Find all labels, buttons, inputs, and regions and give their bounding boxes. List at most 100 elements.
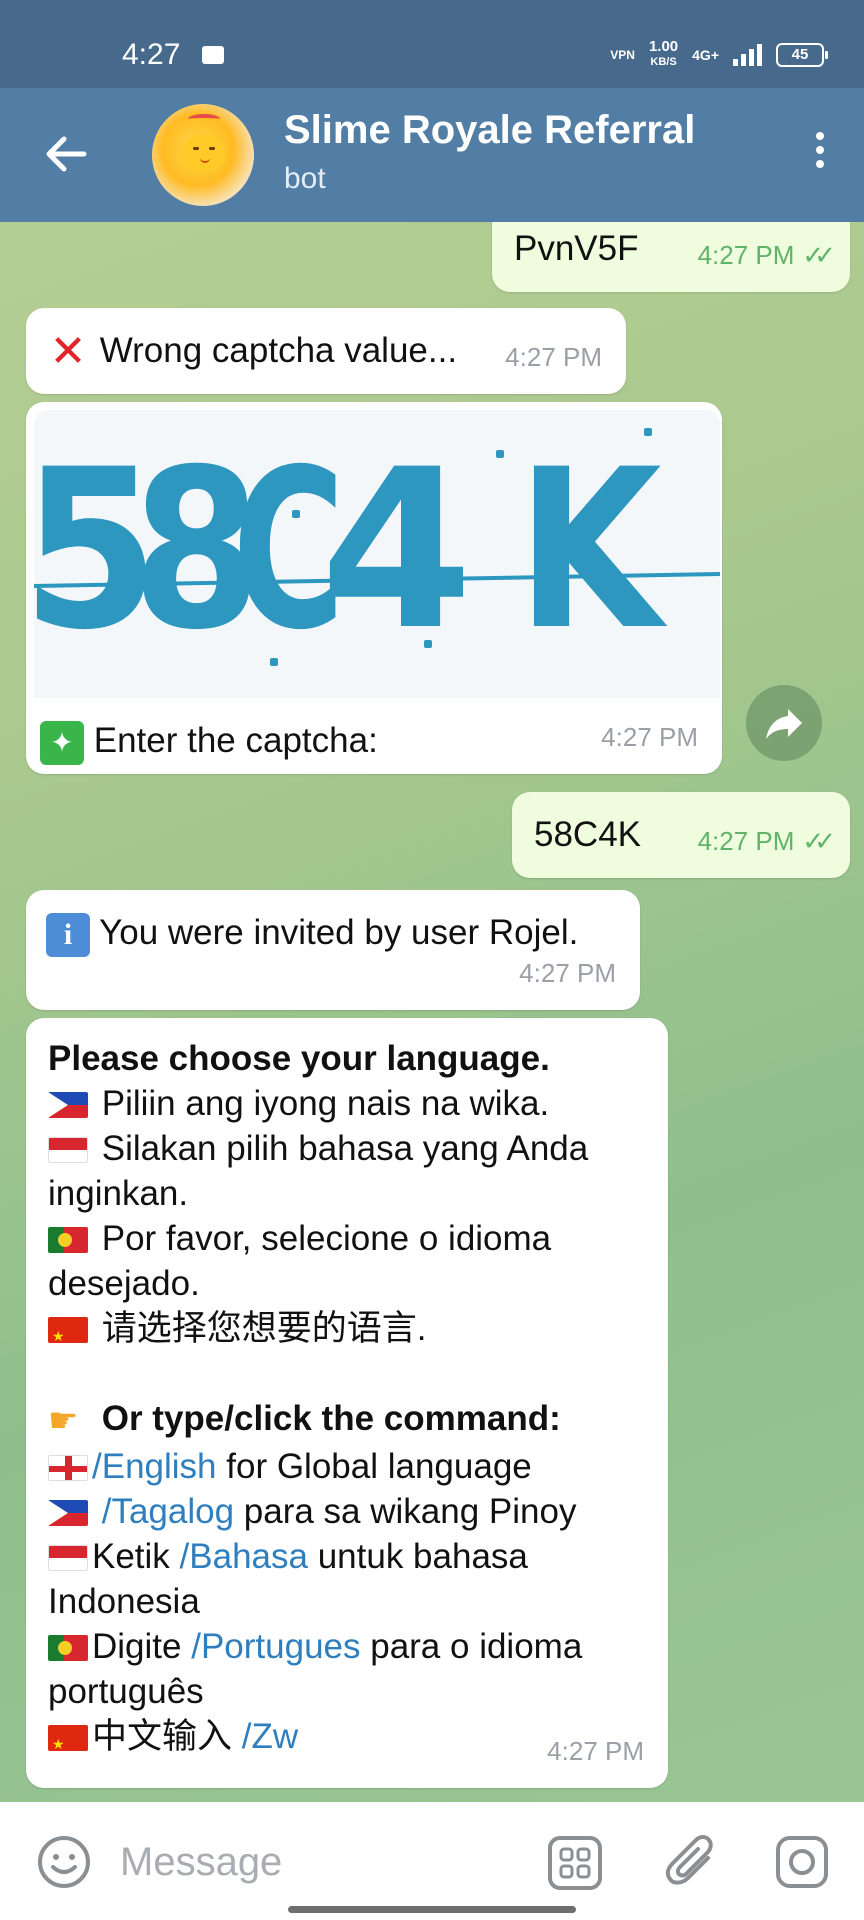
message-list[interactable]: PvnV5F 4:27 PM ✓✓ ✕ Wrong captcha value.… (0, 222, 864, 1802)
captcha-image[interactable]: 5 8 C 4 K (34, 410, 720, 698)
read-ticks-icon: ✓✓ (802, 240, 835, 270)
message-text: Enter the captcha: (93, 721, 378, 760)
camera-button[interactable] (774, 1834, 830, 1890)
bot-menu-icon (548, 1836, 602, 1890)
flag-portugal-icon (48, 1227, 88, 1253)
speed-value: 1.00 (648, 38, 679, 55)
message-text: 58C4K (534, 815, 642, 854)
captcha-char: K (516, 422, 662, 678)
language-message[interactable]: Please choose your language. Piliin ang … (26, 1018, 668, 1788)
message-time: 4:27 PM (601, 722, 698, 752)
message-text: PvnV5F (514, 229, 639, 268)
message-meta: 4:27 PM (505, 335, 602, 380)
emoji-icon (38, 1836, 90, 1888)
info-icon: i (46, 912, 90, 957)
attach-button[interactable] (664, 1832, 720, 1892)
flag-china-icon (48, 1317, 88, 1343)
line-text: Piliin ang iyong nais na wika. (101, 1084, 550, 1123)
line-text: Silakan pilih bahasa yang Anda inginkan. (48, 1129, 589, 1213)
command-link-english[interactable]: /English (92, 1447, 217, 1486)
more-menu-button[interactable] (800, 126, 840, 186)
line-text: for Global language (216, 1447, 532, 1486)
message-time: 4:27 PM (697, 240, 795, 270)
line-text: 中文输入 (92, 1717, 242, 1756)
line-text: para sa wikang Pinoy (234, 1492, 577, 1531)
captcha-message[interactable]: 5 8 C 4 K ✦ Enter the captcha: 4:27 PM (26, 402, 722, 774)
message-time: 4:27 PM (697, 826, 795, 856)
command-link-portugues[interactable]: /Portugues (191, 1627, 360, 1666)
message-meta: 4:27 PM (601, 715, 698, 760)
message-text: Wrong captcha value... (99, 331, 458, 370)
captcha-noise (496, 450, 504, 458)
status-bar: 4:27 VPN 1.00 KB/S 4G+ 45 (0, 0, 864, 88)
avatar-ribbon (188, 114, 220, 124)
message-meta: 4:27 PM (519, 951, 616, 996)
message-meta: 4:27 PM ✓✓ (697, 819, 836, 864)
flag-indonesia-icon (48, 1545, 88, 1571)
message-meta: 4:27 PM ✓✓ (697, 233, 836, 278)
chat-subtitle: bot (284, 162, 326, 195)
outgoing-message[interactable]: 58C4K 4:27 PM ✓✓ (512, 792, 850, 878)
chat-title[interactable]: Slime Royale Referral (284, 108, 695, 153)
command-bahasa: Ketik /Bahasa untuk bahasa Indonesia (48, 1534, 658, 1624)
captcha-noise (270, 658, 278, 666)
captcha-char: 4 (320, 422, 474, 678)
captcha-noise (424, 640, 432, 648)
back-button[interactable] (40, 128, 92, 180)
message-time: 4:27 PM (547, 1736, 644, 1766)
back-arrow-icon (46, 136, 87, 172)
share-button[interactable] (746, 685, 822, 761)
speed-unit: KB/S (650, 56, 677, 68)
message-notification-icon (202, 46, 224, 64)
command-english: /English for Global language (48, 1444, 658, 1489)
line-chinese: 请选择您想要的语言. (48, 1306, 658, 1351)
attach-icon (665, 1835, 713, 1885)
message-input[interactable]: Message (120, 1840, 282, 1885)
vpn-icon: VPN (610, 47, 635, 62)
command-link-bahasa[interactable]: /Bahasa (180, 1537, 308, 1576)
message-body: Please choose your language. Piliin ang … (48, 1036, 658, 1759)
more-vertical-icon (800, 132, 840, 168)
emoji-button[interactable] (36, 1834, 92, 1890)
read-ticks-icon: ✓✓ (802, 826, 835, 856)
message-body: ✦ Enter the captcha: (40, 718, 378, 765)
network-type: 4G+ (692, 46, 719, 63)
camera-icon (776, 1836, 828, 1888)
message-input-bar: Message (0, 1802, 864, 1920)
line-text: Or type/click the command: (101, 1399, 561, 1438)
command-tagalog: /Tagalog para sa wikang Pinoy (48, 1489, 658, 1534)
bot-avatar[interactable] (152, 104, 254, 206)
avatar-slime (182, 134, 226, 174)
cross-mark-icon: ✕ (49, 327, 87, 376)
language-heading: Please choose your language. (48, 1039, 550, 1078)
line-indonesian: Silakan pilih bahasa yang Anda inginkan. (48, 1126, 658, 1216)
flag-england-icon (48, 1455, 88, 1481)
flag-philippines-icon (48, 1500, 88, 1526)
flag-indonesia-icon (48, 1137, 88, 1163)
sparkle-icon: ✦ (40, 720, 84, 765)
line-filipino: Piliin ang iyong nais na wika. (48, 1081, 658, 1126)
command-heading: ☛ Or type/click the command: (48, 1396, 658, 1444)
bot-menu-button[interactable] (546, 1834, 604, 1892)
battery-icon: 45 (776, 42, 828, 67)
line-text: 请选择您想要的语言. (101, 1309, 427, 1348)
line-text: Ketik (92, 1537, 180, 1576)
captcha-noise (292, 510, 300, 518)
incoming-message[interactable]: i You were invited by user Rojel. 4:27 P… (26, 890, 640, 1010)
pointing-hand-icon: ☛ (48, 1402, 79, 1440)
network-speed: 1.00 KB/S (648, 38, 679, 69)
flag-portugal-icon (48, 1635, 88, 1661)
incoming-message[interactable]: ✕ Wrong captcha value... 4:27 PM (26, 308, 626, 394)
signal-icon (733, 43, 762, 66)
message-meta: 4:27 PM (547, 1729, 644, 1774)
line-text: Digite (92, 1627, 192, 1666)
flag-china-icon (48, 1725, 88, 1751)
message-body: ✕ Wrong captcha value... (46, 327, 458, 376)
captcha-noise (554, 550, 562, 558)
command-link-tagalog[interactable]: /Tagalog (102, 1492, 234, 1531)
outgoing-message[interactable]: PvnV5F 4:27 PM ✓✓ (492, 222, 850, 292)
status-time: 4:27 (122, 38, 181, 71)
command-link-zw[interactable]: /Zw (242, 1717, 298, 1756)
message-text: You were invited by user Rojel. (99, 913, 579, 952)
home-indicator[interactable] (288, 1906, 576, 1913)
